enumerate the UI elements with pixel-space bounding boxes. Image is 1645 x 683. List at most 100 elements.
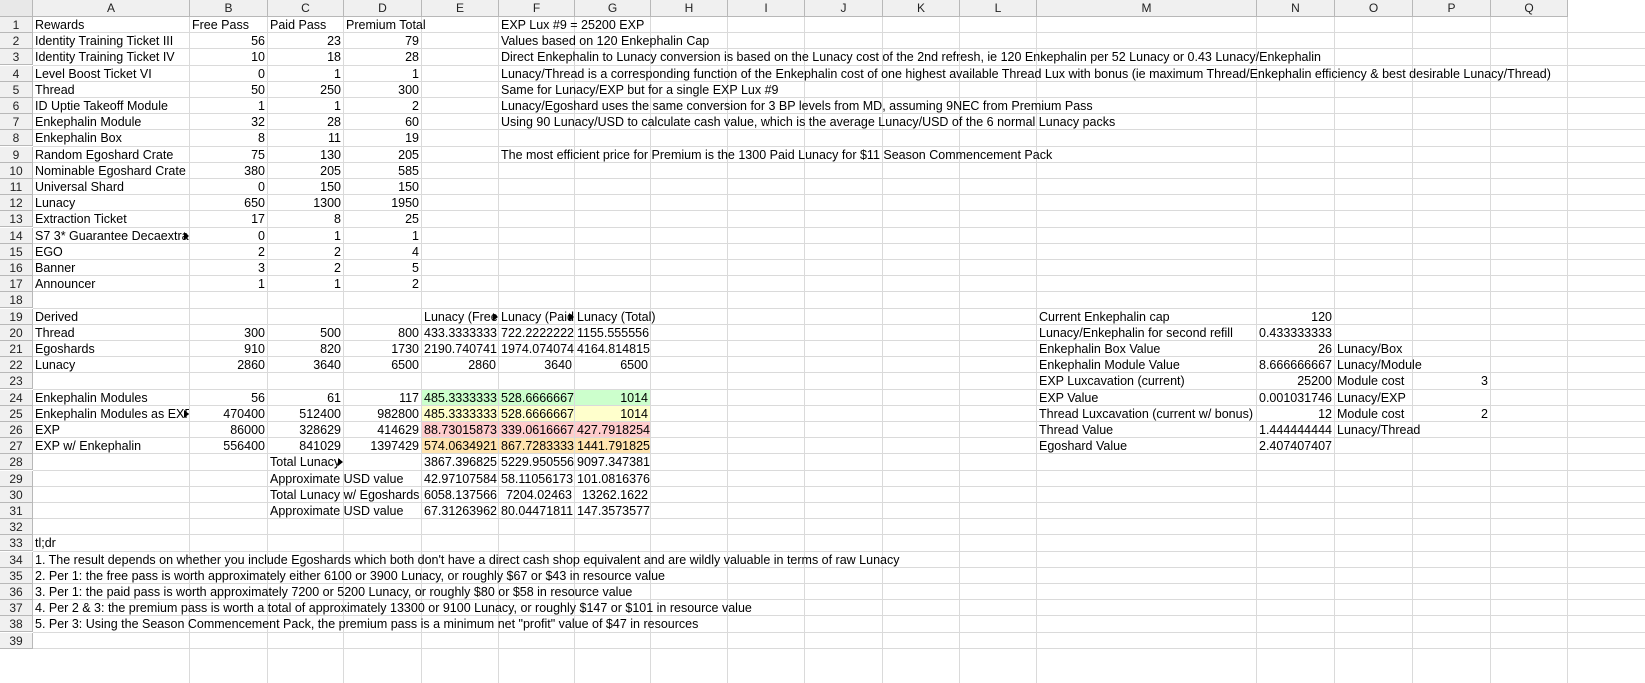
- cell-b3[interactable]: 10: [190, 49, 267, 64]
- column-header-e[interactable]: E: [422, 0, 499, 17]
- cell-g25[interactable]: 1014: [575, 406, 650, 421]
- row-header-17[interactable]: 17: [0, 276, 33, 292]
- cell-a10[interactable]: Nominable Egoshard Crate: [33, 163, 188, 178]
- cell-g22[interactable]: 6500: [575, 357, 650, 372]
- cell-f6[interactable]: Lunacy/Egoshard uses the same conversion…: [499, 98, 1095, 113]
- cell-d11[interactable]: 150: [344, 179, 421, 194]
- cell-b13[interactable]: 17: [190, 211, 267, 226]
- cell-m27[interactable]: Egoshard Value: [1037, 438, 1129, 453]
- column-header-b[interactable]: B: [190, 0, 268, 17]
- cell-f2[interactable]: Values based on 120 Enkephalin Cap: [499, 33, 711, 48]
- cell-a19[interactable]: Derived: [33, 309, 80, 324]
- cell-m22[interactable]: Enkephalin Module Value: [1037, 357, 1182, 372]
- cell-f31[interactable]: 80.04471811: [499, 503, 574, 518]
- column-header-i[interactable]: I: [728, 0, 805, 17]
- cell-b14[interactable]: 0: [190, 228, 267, 243]
- cell-d25[interactable]: 982800: [344, 406, 421, 421]
- cell-o24[interactable]: Lunacy/EXP: [1335, 390, 1408, 405]
- cell-o26[interactable]: Lunacy/Thread: [1335, 422, 1422, 437]
- cell-a21[interactable]: Egoshards: [33, 341, 97, 356]
- cell-b1[interactable]: Free Pass: [190, 17, 251, 32]
- column-header-q[interactable]: Q: [1491, 0, 1568, 17]
- cell-b22[interactable]: 2860: [190, 357, 267, 372]
- row-header-20[interactable]: 20: [0, 325, 33, 341]
- cell-d26[interactable]: 414629: [344, 422, 421, 437]
- row-header-37[interactable]: 37: [0, 600, 33, 616]
- cell-a7[interactable]: Enkephalin Module: [33, 114, 143, 129]
- cell-c14[interactable]: 1: [268, 228, 343, 243]
- cell-b24[interactable]: 56: [190, 390, 267, 405]
- cell-o25[interactable]: Module cost: [1335, 406, 1406, 421]
- cell-o23[interactable]: Module cost: [1335, 373, 1406, 388]
- cell-b27[interactable]: 556400: [190, 438, 267, 453]
- cell-m20[interactable]: Lunacy/Enkephalin for second refill: [1037, 325, 1235, 340]
- cell-d14[interactable]: 1: [344, 228, 421, 243]
- row-header-27[interactable]: 27: [0, 438, 33, 454]
- cell-g30[interactable]: 13262.1622: [575, 487, 650, 502]
- column-header-m[interactable]: M: [1037, 0, 1257, 17]
- row-header-6[interactable]: 6: [0, 98, 33, 114]
- row-header-21[interactable]: 21: [0, 341, 33, 357]
- cell-b16[interactable]: 3: [190, 260, 267, 275]
- cell-a9[interactable]: Random Egoshard Crate: [33, 147, 175, 162]
- row-header-29[interactable]: 29: [0, 471, 33, 487]
- row-header-33[interactable]: 33: [0, 535, 33, 551]
- cell-e30[interactable]: 6058.137566: [422, 487, 498, 502]
- row-header-26[interactable]: 26: [0, 422, 33, 438]
- cell-c31[interactable]: Approximate USD value: [268, 503, 405, 518]
- cell-c28[interactable]: Total Lunacy w/o Egoshards: [268, 454, 343, 469]
- cell-c3[interactable]: 18: [268, 49, 343, 64]
- cell-a6[interactable]: ID Uptie Takeoff Module: [33, 98, 170, 113]
- cell-b15[interactable]: 2: [190, 244, 267, 259]
- cell-f1[interactable]: EXP Lux #9 = 25200 EXP: [499, 17, 646, 32]
- cell-o22[interactable]: Lunacy/Module: [1335, 357, 1424, 372]
- cell-a35[interactable]: 2. Per 1: the free pass is worth approxi…: [33, 568, 667, 583]
- cell-d5[interactable]: 300: [344, 82, 421, 97]
- row-header-30[interactable]: 30: [0, 487, 33, 503]
- cell-b6[interactable]: 1: [190, 98, 267, 113]
- cell-c21[interactable]: 820: [268, 341, 343, 356]
- row-header-9[interactable]: 9: [0, 147, 33, 163]
- row-header-16[interactable]: 16: [0, 260, 33, 276]
- cell-b2[interactable]: 56: [190, 33, 267, 48]
- cell-b21[interactable]: 910: [190, 341, 267, 356]
- cell-a12[interactable]: Lunacy: [33, 195, 77, 210]
- cell-e26[interactable]: 88.73015873: [422, 422, 498, 437]
- cell-b17[interactable]: 1: [190, 276, 267, 291]
- cell-e19[interactable]: Lunacy (Free): [422, 309, 498, 324]
- cell-e20[interactable]: 433.3333333: [422, 325, 498, 340]
- cell-f19[interactable]: Lunacy (Paid): [499, 309, 574, 324]
- cell-e31[interactable]: 67.31263962: [422, 503, 498, 518]
- row-header-8[interactable]: 8: [0, 130, 33, 146]
- cell-b7[interactable]: 32: [190, 114, 267, 129]
- row-header-25[interactable]: 25: [0, 406, 33, 422]
- cell-a24[interactable]: Enkephalin Modules: [33, 390, 150, 405]
- cell-b9[interactable]: 75: [190, 147, 267, 162]
- cell-c26[interactable]: 328629: [268, 422, 343, 437]
- cell-d24[interactable]: 117: [344, 390, 421, 405]
- cell-n26[interactable]: 1.444444444: [1257, 422, 1334, 437]
- row-header-19[interactable]: 19: [0, 309, 33, 325]
- cell-f3[interactable]: Direct Enkephalin to Lunacy conversion i…: [499, 49, 1323, 64]
- row-header-14[interactable]: 14: [0, 228, 33, 244]
- cell-d6[interactable]: 2: [344, 98, 421, 113]
- row-header-28[interactable]: 28: [0, 454, 33, 470]
- cell-b11[interactable]: 0: [190, 179, 267, 194]
- cell-a11[interactable]: Universal Shard: [33, 179, 126, 194]
- row-header-36[interactable]: 36: [0, 584, 33, 600]
- row-header-32[interactable]: 32: [0, 519, 33, 535]
- cell-b12[interactable]: 650: [190, 195, 267, 210]
- cell-n20[interactable]: 0.433333333: [1257, 325, 1334, 340]
- cell-f26[interactable]: 339.0616667: [499, 422, 574, 437]
- cell-c24[interactable]: 61: [268, 390, 343, 405]
- cell-c15[interactable]: 2: [268, 244, 343, 259]
- row-header-24[interactable]: 24: [0, 390, 33, 406]
- cell-e21[interactable]: 2190.740741: [422, 341, 498, 356]
- row-header-12[interactable]: 12: [0, 195, 33, 211]
- cell-g28[interactable]: 9097.347381: [575, 454, 650, 469]
- row-header-10[interactable]: 10: [0, 163, 33, 179]
- cell-a2[interactable]: Identity Training Ticket III: [33, 33, 175, 48]
- cell-c25[interactable]: 512400: [268, 406, 343, 421]
- cell-c2[interactable]: 23: [268, 33, 343, 48]
- cell-c10[interactable]: 205: [268, 163, 343, 178]
